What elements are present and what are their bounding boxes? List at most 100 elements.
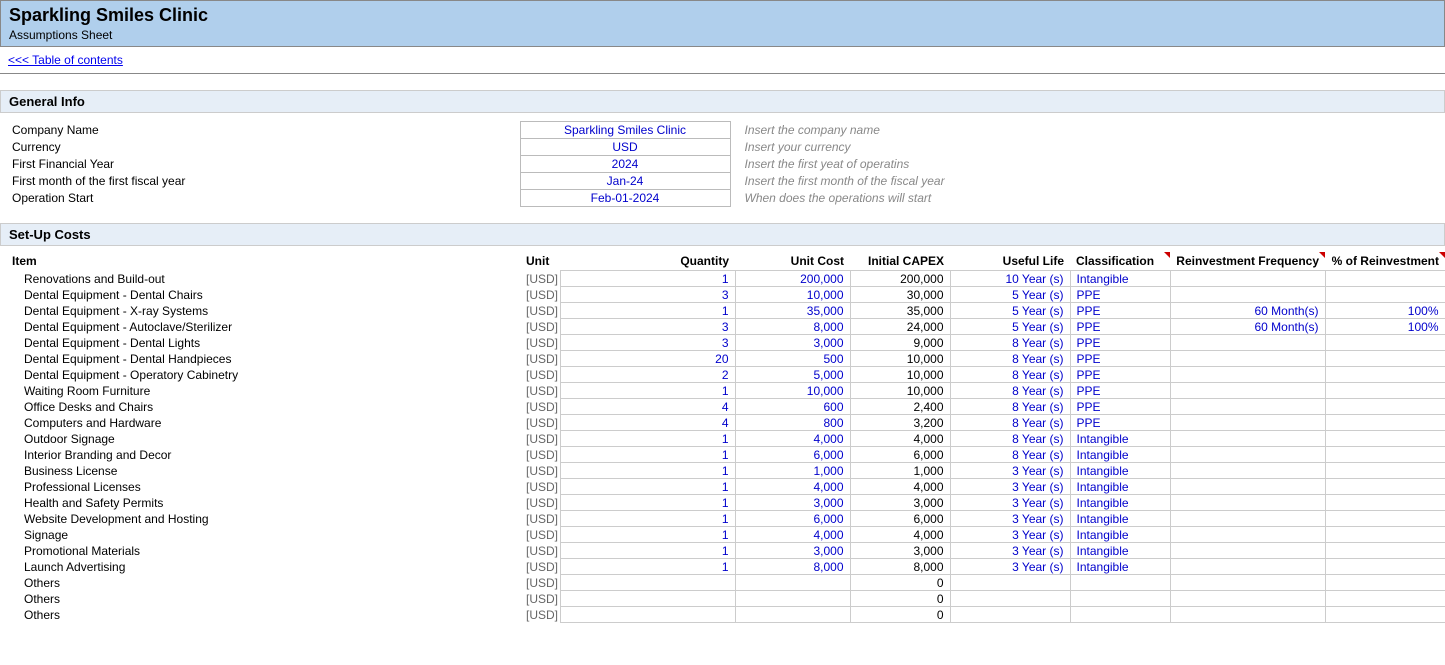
setup-useful-life[interactable]: 5 Year (s): [950, 303, 1070, 319]
setup-pct-reinvestment[interactable]: [1325, 463, 1445, 479]
setup-reinvestment-frequency[interactable]: [1170, 543, 1325, 559]
setup-unit-cost[interactable]: 8,000: [735, 319, 850, 335]
setup-useful-life[interactable]: 8 Year (s): [950, 351, 1070, 367]
setup-reinvestment-frequency[interactable]: [1170, 367, 1325, 383]
setup-classification[interactable]: Intangible: [1070, 479, 1170, 495]
setup-unit-cost[interactable]: [735, 591, 850, 607]
setup-useful-life[interactable]: 8 Year (s): [950, 431, 1070, 447]
setup-pct-reinvestment[interactable]: [1325, 335, 1445, 351]
setup-useful-life[interactable]: 8 Year (s): [950, 399, 1070, 415]
setup-reinvestment-frequency[interactable]: [1170, 575, 1325, 591]
setup-classification[interactable]: Intangible: [1070, 511, 1170, 527]
setup-quantity[interactable]: 3: [560, 287, 735, 303]
setup-classification[interactable]: Intangible: [1070, 527, 1170, 543]
setup-unit-cost[interactable]: [735, 575, 850, 591]
setup-quantity[interactable]: [560, 575, 735, 591]
general-info-value[interactable]: USD: [520, 139, 730, 156]
setup-reinvestment-frequency[interactable]: [1170, 399, 1325, 415]
setup-pct-reinvestment[interactable]: [1325, 479, 1445, 495]
setup-classification[interactable]: Intangible: [1070, 559, 1170, 575]
setup-classification[interactable]: PPE: [1070, 399, 1170, 415]
setup-pct-reinvestment[interactable]: [1325, 287, 1445, 303]
setup-quantity[interactable]: 1: [560, 447, 735, 463]
setup-pct-reinvestment[interactable]: [1325, 511, 1445, 527]
setup-unit-cost[interactable]: 8,000: [735, 559, 850, 575]
setup-unit-cost[interactable]: [735, 607, 850, 623]
setup-useful-life[interactable]: 3 Year (s): [950, 495, 1070, 511]
setup-quantity[interactable]: 3: [560, 335, 735, 351]
setup-useful-life[interactable]: 3 Year (s): [950, 511, 1070, 527]
setup-classification[interactable]: PPE: [1070, 319, 1170, 335]
setup-reinvestment-frequency[interactable]: [1170, 463, 1325, 479]
setup-quantity[interactable]: 1: [560, 383, 735, 399]
setup-reinvestment-frequency[interactable]: [1170, 383, 1325, 399]
setup-useful-life[interactable]: 5 Year (s): [950, 287, 1070, 303]
setup-pct-reinvestment[interactable]: 100%: [1325, 319, 1445, 335]
setup-unit-cost[interactable]: 600: [735, 399, 850, 415]
setup-pct-reinvestment[interactable]: [1325, 559, 1445, 575]
setup-reinvestment-frequency[interactable]: [1170, 287, 1325, 303]
setup-classification[interactable]: [1070, 575, 1170, 591]
setup-quantity[interactable]: 1: [560, 479, 735, 495]
setup-pct-reinvestment[interactable]: [1325, 415, 1445, 431]
setup-quantity[interactable]: [560, 591, 735, 607]
setup-pct-reinvestment[interactable]: [1325, 383, 1445, 399]
setup-pct-reinvestment[interactable]: [1325, 607, 1445, 623]
setup-pct-reinvestment[interactable]: [1325, 527, 1445, 543]
setup-pct-reinvestment[interactable]: [1325, 495, 1445, 511]
setup-quantity[interactable]: 1: [560, 463, 735, 479]
setup-useful-life[interactable]: 8 Year (s): [950, 447, 1070, 463]
setup-pct-reinvestment[interactable]: [1325, 399, 1445, 415]
setup-useful-life[interactable]: [950, 575, 1070, 591]
setup-classification[interactable]: PPE: [1070, 415, 1170, 431]
setup-pct-reinvestment[interactable]: [1325, 575, 1445, 591]
setup-quantity[interactable]: 1: [560, 559, 735, 575]
setup-unit-cost[interactable]: 200,000: [735, 271, 850, 287]
setup-pct-reinvestment[interactable]: 100%: [1325, 303, 1445, 319]
setup-reinvestment-frequency[interactable]: [1170, 495, 1325, 511]
setup-unit-cost[interactable]: 6,000: [735, 447, 850, 463]
setup-reinvestment-frequency[interactable]: 60 Month(s): [1170, 303, 1325, 319]
setup-useful-life[interactable]: 8 Year (s): [950, 335, 1070, 351]
setup-classification[interactable]: [1070, 591, 1170, 607]
setup-quantity[interactable]: 1: [560, 543, 735, 559]
general-info-value[interactable]: Feb-01-2024: [520, 190, 730, 207]
general-info-value[interactable]: 2024: [520, 156, 730, 173]
setup-unit-cost[interactable]: 4,000: [735, 479, 850, 495]
setup-useful-life[interactable]: 3 Year (s): [950, 527, 1070, 543]
setup-pct-reinvestment[interactable]: [1325, 447, 1445, 463]
setup-reinvestment-frequency[interactable]: [1170, 271, 1325, 287]
setup-classification[interactable]: Intangible: [1070, 271, 1170, 287]
setup-useful-life[interactable]: 3 Year (s): [950, 463, 1070, 479]
setup-classification[interactable]: Intangible: [1070, 463, 1170, 479]
setup-quantity[interactable]: [560, 607, 735, 623]
setup-quantity[interactable]: 4: [560, 399, 735, 415]
setup-quantity[interactable]: 4: [560, 415, 735, 431]
setup-classification[interactable]: PPE: [1070, 335, 1170, 351]
setup-quantity[interactable]: 1: [560, 271, 735, 287]
setup-quantity[interactable]: 1: [560, 527, 735, 543]
setup-useful-life[interactable]: 8 Year (s): [950, 415, 1070, 431]
setup-quantity[interactable]: 3: [560, 319, 735, 335]
setup-unit-cost[interactable]: 800: [735, 415, 850, 431]
setup-unit-cost[interactable]: 35,000: [735, 303, 850, 319]
setup-useful-life[interactable]: 3 Year (s): [950, 543, 1070, 559]
setup-useful-life[interactable]: 10 Year (s): [950, 271, 1070, 287]
setup-classification[interactable]: PPE: [1070, 383, 1170, 399]
setup-reinvestment-frequency[interactable]: [1170, 431, 1325, 447]
setup-quantity[interactable]: 1: [560, 495, 735, 511]
setup-classification[interactable]: Intangible: [1070, 543, 1170, 559]
setup-pct-reinvestment[interactable]: [1325, 591, 1445, 607]
setup-classification[interactable]: [1070, 607, 1170, 623]
setup-classification[interactable]: Intangible: [1070, 431, 1170, 447]
setup-unit-cost[interactable]: 10,000: [735, 383, 850, 399]
setup-unit-cost[interactable]: 5,000: [735, 367, 850, 383]
setup-reinvestment-frequency[interactable]: [1170, 335, 1325, 351]
setup-unit-cost[interactable]: 500: [735, 351, 850, 367]
general-info-value[interactable]: Sparkling Smiles Clinic: [520, 122, 730, 139]
setup-pct-reinvestment[interactable]: [1325, 543, 1445, 559]
setup-unit-cost[interactable]: 4,000: [735, 527, 850, 543]
setup-unit-cost[interactable]: 1,000: [735, 463, 850, 479]
setup-reinvestment-frequency[interactable]: [1170, 447, 1325, 463]
setup-reinvestment-frequency[interactable]: [1170, 511, 1325, 527]
